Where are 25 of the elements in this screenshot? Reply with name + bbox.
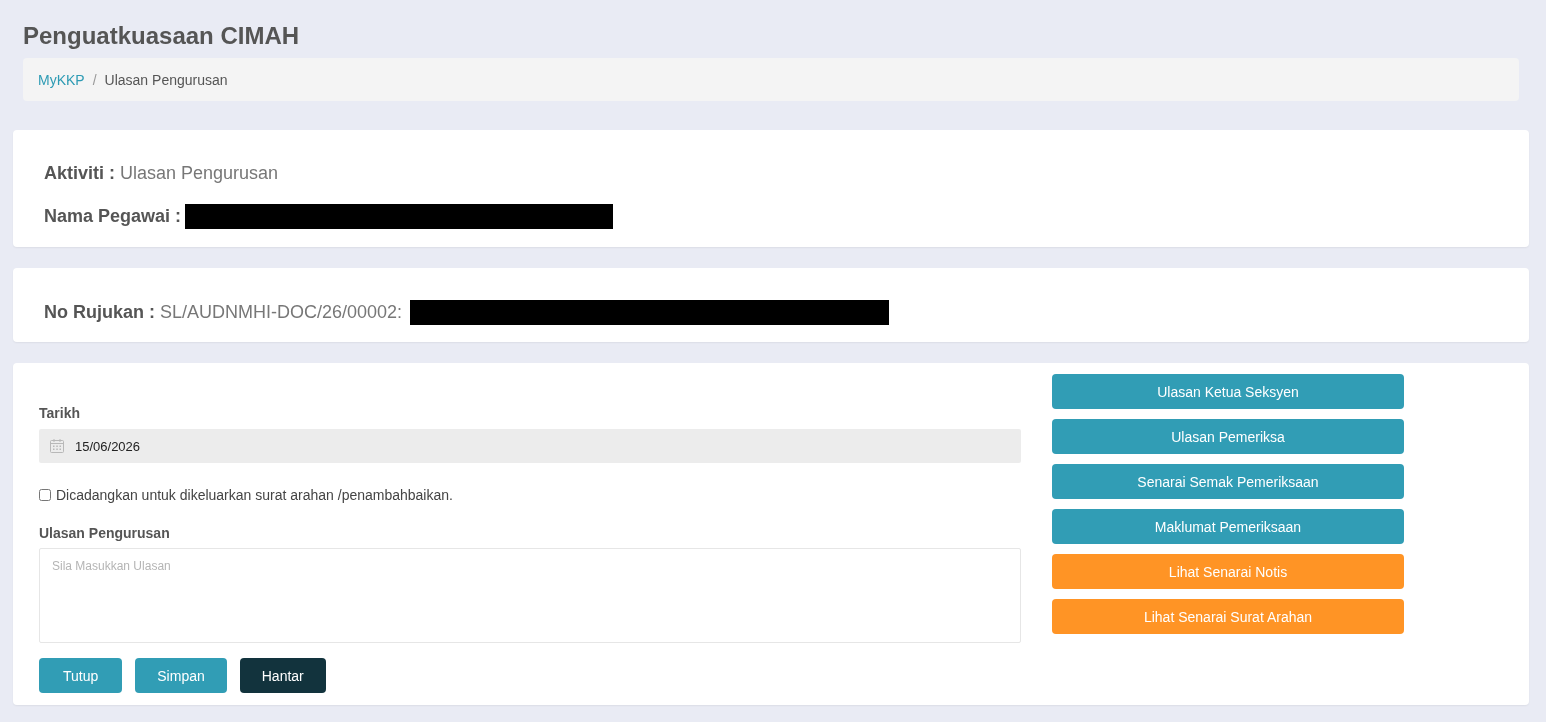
- side-button[interactable]: Ulasan Ketua Seksyen: [1052, 374, 1404, 409]
- field-label: Nama Pegawai :: [44, 206, 182, 227]
- action-button[interactable]: Simpan: [135, 658, 227, 693]
- calendar-icon: [50, 439, 64, 453]
- field-label: Ulasan Pengurusan: [39, 524, 170, 543]
- breadcrumb-link[interactable]: MyKKP: [38, 71, 85, 88]
- date-field[interactable]: 15/06/2026: [39, 429, 1021, 463]
- checkbox[interactable]: [39, 489, 51, 501]
- field-value: SL/AUDNMHI-DOC/26/00002:: [160, 302, 403, 323]
- side-button[interactable]: Lihat Senarai Surat Arahan: [1052, 599, 1404, 634]
- side-button[interactable]: Ulasan Pemeriksa: [1052, 419, 1404, 454]
- page-title: Penguatkuasaan CIMAH: [23, 22, 300, 50]
- field-value: Ulasan Pengurusan: [120, 163, 279, 184]
- side-button[interactable]: Senarai Semak Pemeriksaan: [1052, 464, 1404, 499]
- breadcrumb-separator: /: [92, 71, 97, 88]
- breadcrumb-current: Ulasan Pengurusan: [104, 71, 228, 88]
- action-button[interactable]: Tutup: [39, 658, 123, 693]
- comment-field[interactable]: Sila Masukkan Ulasan: [39, 548, 1021, 643]
- field-label: Aktiviti :: [44, 163, 115, 184]
- checkbox-label: Dicadangkan untuk dikeluarkan surat arahan /penambahbaikan.: [56, 487, 453, 503]
- field-label: No Rujukan :: [44, 302, 155, 323]
- action-button[interactable]: Hantar: [239, 658, 326, 693]
- side-button[interactable]: Maklumat Pemeriksaan: [1052, 509, 1404, 544]
- field-label: Tarikh: [39, 404, 80, 423]
- side-button[interactable]: Lihat Senarai Notis: [1052, 554, 1404, 589]
